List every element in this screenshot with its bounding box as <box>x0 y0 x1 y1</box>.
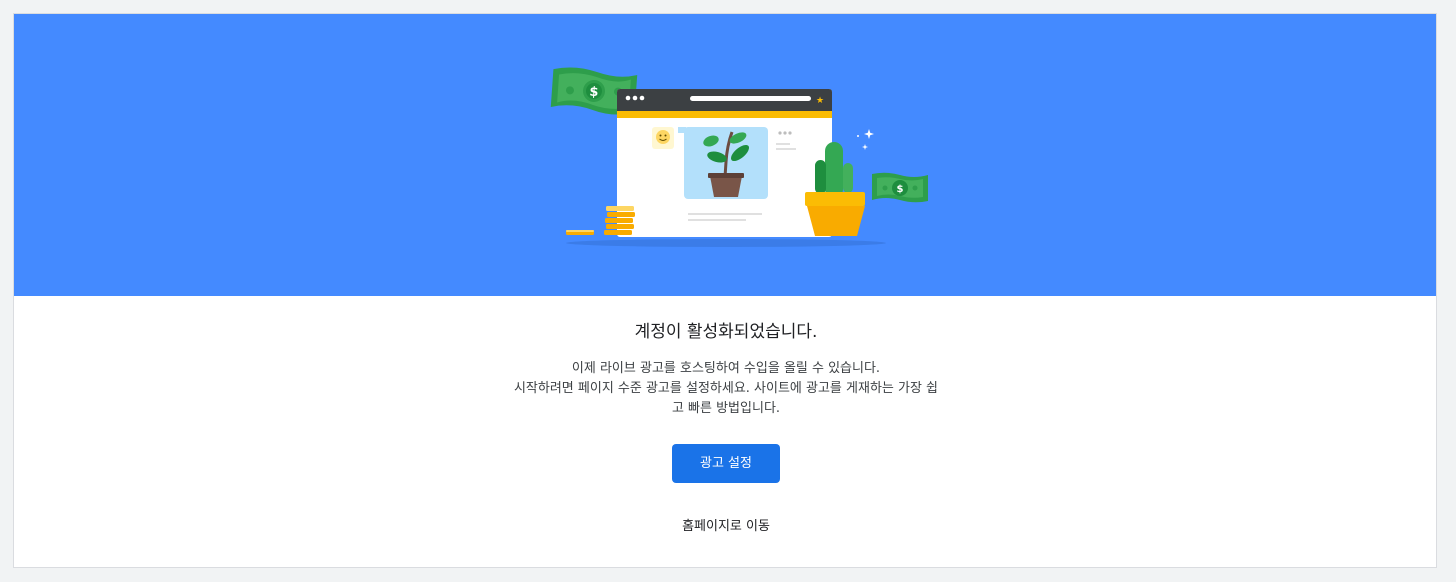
svg-text:$: $ <box>897 184 904 195</box>
go-to-homepage-container: 홈페이지로 이동 <box>14 517 1436 537</box>
ground-shadow <box>566 239 886 247</box>
money-bill-icon: $ <box>872 172 928 203</box>
smiley-icon <box>652 127 674 149</box>
coin-stack-icon <box>566 206 635 235</box>
svg-text:★: ★ <box>816 96 824 106</box>
go-to-homepage-link[interactable]: 홈페이지로 이동 <box>682 519 770 534</box>
activation-card: $ ★ $ 계정이 활성화되었습니다. 이제 라이브 광고를 호스팅하여 수입을… <box>13 13 1437 568</box>
activation-title: 계정이 활성화되었습니다. <box>634 322 818 342</box>
description-line: 시작하려면 페이지 수준 광고를 설정하세요. 사이트에 광고를 게재하는 가장… <box>513 381 939 396</box>
description-line: 고 빠른 방법입니다. <box>671 401 781 416</box>
set-up-ads-button[interactable]: 광고 설정 <box>672 444 780 483</box>
sparkle-icon <box>857 129 874 150</box>
description-line: 이제 라이브 광고를 호스팅하여 수입을 올릴 수 있습니다. <box>571 361 881 376</box>
svg-text:$: $ <box>589 85 599 101</box>
activation-description: 이제 라이브 광고를 호스팅하여 수입을 올릴 수 있습니다. 시작하려면 페이… <box>476 359 976 419</box>
hero-banner: $ ★ $ <box>14 14 1436 296</box>
hero-illustration: $ ★ $ <box>550 67 928 247</box>
activation-content: 계정이 활성화되었습니다. 이제 라이브 광고를 호스팅하여 수입을 올릴 수 … <box>14 296 1436 567</box>
